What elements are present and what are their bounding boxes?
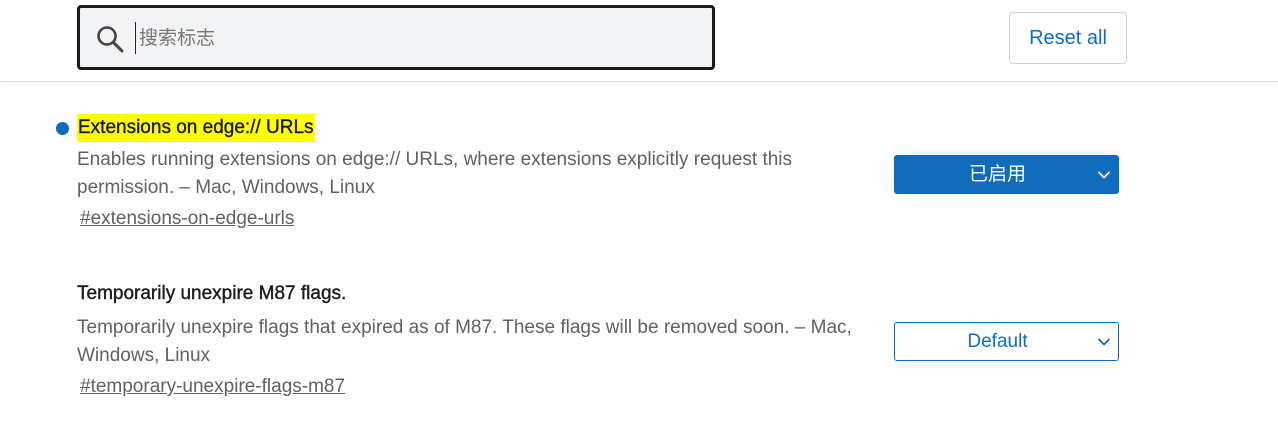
chevron-down-icon xyxy=(1098,338,1110,346)
flag-title: Extensions on edge:// URLs xyxy=(77,114,315,142)
flag-state-select[interactable]: Default xyxy=(894,322,1119,361)
flag-description: Temporarily unexpire flags that expired … xyxy=(77,317,852,366)
flag-permalink[interactable]: #temporary-unexpire-flags-m87 xyxy=(80,376,345,398)
chevron-down-icon xyxy=(1098,171,1110,179)
search-input[interactable] xyxy=(135,22,699,54)
search-box[interactable] xyxy=(77,5,715,70)
reset-all-button[interactable]: Reset all xyxy=(1009,12,1127,64)
flag-title: Temporarily unexpire M87 flags. xyxy=(77,283,347,304)
select-value: Default xyxy=(967,331,1028,352)
flag-state-select[interactable]: 已启用 xyxy=(894,155,1119,194)
header-bar: Reset all xyxy=(0,0,1278,82)
flag-description: Enables running extensions on edge:// UR… xyxy=(77,149,793,198)
flags-page: Reset all Extensions on edge:// URLs Ena… xyxy=(0,0,1278,432)
modified-dot xyxy=(56,122,69,135)
search-icon xyxy=(97,26,124,53)
flag-permalink[interactable]: #extensions-on-edge-urls xyxy=(80,208,294,230)
select-value: 已启用 xyxy=(968,163,1026,185)
